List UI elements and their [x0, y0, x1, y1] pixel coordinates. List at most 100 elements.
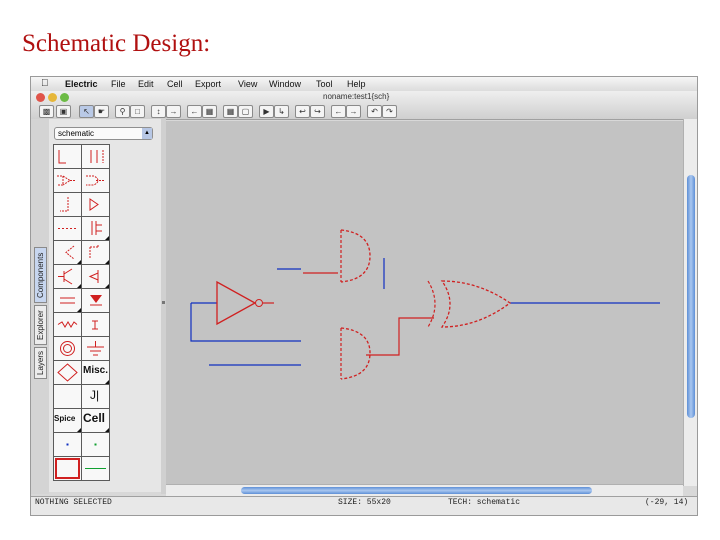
horizontal-scroll-thumb[interactable]	[241, 487, 592, 494]
area-select-icon[interactable]: ▢	[238, 105, 253, 118]
inverter-bubble	[255, 299, 263, 307]
window-title: noname:test1{sch}	[323, 92, 390, 101]
palette-line[interactable]	[81, 456, 110, 481]
horizontal-scrollbar[interactable]	[166, 484, 683, 496]
offpage-icon	[57, 363, 78, 382]
diode-icon	[90, 295, 102, 306]
technology-select[interactable]: schematic ▲	[54, 127, 153, 140]
palette-cell[interactable]: Cell	[81, 408, 110, 433]
palette-bipolar[interactable]	[53, 264, 82, 289]
zoom-window-button[interactable]	[60, 93, 69, 102]
palette-and-gate[interactable]	[81, 168, 110, 193]
palette-blank[interactable]	[53, 384, 82, 409]
go-forward-icon[interactable]: ↪	[310, 105, 325, 118]
palette-wire-arc[interactable]	[53, 144, 82, 169]
text-glyph-icon: J|	[90, 388, 100, 402]
apple-icon[interactable]: 	[41, 78, 49, 89]
palette-nmos[interactable]	[53, 240, 82, 265]
flipflop-icon	[60, 197, 69, 212]
palette-ground[interactable]	[81, 336, 110, 361]
status-coords: (-29, 14)	[645, 498, 689, 507]
measure-icon[interactable]: ↕	[151, 105, 166, 118]
pan-icon[interactable]: ☛	[94, 105, 109, 118]
resistor-icon	[57, 321, 78, 328]
palette-buffer[interactable]	[53, 168, 82, 193]
open-library-icon[interactable]: ▩	[39, 105, 54, 118]
inverter	[216, 280, 257, 326]
palette-resistor[interactable]	[53, 312, 82, 337]
side-tabs: Components Explorer Layers	[31, 119, 49, 494]
vertical-scroll-thumb[interactable]	[687, 175, 695, 418]
menu-bar:  Electric File Edit Cell Export View Wi…	[31, 77, 697, 91]
mux-icon	[58, 228, 76, 229]
tab-components[interactable]: Components	[34, 247, 47, 303]
tab-explorer[interactable]: Explorer	[34, 305, 47, 345]
palette-pin-dot[interactable]	[53, 432, 82, 457]
menu-window[interactable]: Window	[269, 79, 301, 89]
palette-mux[interactable]	[53, 216, 82, 241]
tab-layers[interactable]: Layers	[34, 347, 47, 379]
move-right-icon[interactable]: →	[346, 105, 361, 118]
pin-dot-icon	[66, 443, 69, 446]
find-icon[interactable]: ↳	[274, 105, 289, 118]
schematic-canvas[interactable]	[166, 121, 683, 484]
palette-spice[interactable]: Spice	[53, 408, 82, 433]
palette-text[interactable]: J|	[81, 384, 110, 409]
line-icon	[85, 468, 106, 469]
outline-edit-icon[interactable]: □	[130, 105, 145, 118]
schematic-drawing	[190, 229, 660, 380]
status-bar: NOTHING SELECTED SIZE: 55x20 TECH: schem…	[31, 496, 697, 515]
menu-cell[interactable]: Cell	[167, 79, 183, 89]
menu-export[interactable]: Export	[195, 79, 221, 89]
go-back-icon[interactable]: ↩	[295, 105, 310, 118]
inverter-icon	[89, 198, 99, 211]
zoom-icon[interactable]: ⚲	[115, 105, 130, 118]
palette-jfet[interactable]	[81, 264, 110, 289]
buffer-icon	[57, 175, 76, 186]
splitter-grip-icon	[162, 301, 165, 304]
palette-box[interactable]	[53, 456, 82, 481]
menu-tool[interactable]: Tool	[316, 79, 333, 89]
full-arrow-icon[interactable]: →	[166, 105, 181, 118]
status-tech: TECH: schematic	[448, 498, 521, 507]
cell-label: Cell	[83, 411, 106, 425]
palette-inverter[interactable]	[81, 192, 110, 217]
spice-label: Spice	[54, 414, 76, 423]
component-palette: schematic ▲ Misc. J| Spice Cell	[49, 119, 162, 492]
palette-capacitor[interactable]	[53, 288, 82, 313]
or-gate	[440, 280, 512, 328]
half-arrow-icon[interactable]: ←	[187, 105, 202, 118]
palette-bus-pin[interactable]	[81, 144, 110, 169]
save-icon[interactable]: ▣	[56, 105, 71, 118]
palette-source[interactable]	[53, 336, 82, 361]
palette-bus-dot[interactable]	[81, 432, 110, 457]
menu-help[interactable]: Help	[347, 79, 366, 89]
wire-icon	[58, 150, 66, 164]
select-objects-icon[interactable]: ▦	[202, 105, 217, 118]
palette-power[interactable]	[81, 312, 110, 337]
ground-icon	[87, 341, 104, 356]
special-select-icon[interactable]: ▶	[259, 105, 274, 118]
palette-pmos[interactable]	[81, 240, 110, 265]
menu-file[interactable]: File	[111, 79, 126, 89]
menu-view[interactable]: View	[238, 79, 257, 89]
box-icon	[55, 458, 80, 479]
palette-offpage[interactable]	[53, 360, 82, 385]
and-gate-bottom	[340, 327, 371, 380]
redo-icon[interactable]: ↷	[382, 105, 397, 118]
palette-flipflop[interactable]	[53, 192, 82, 217]
palette-misc[interactable]: Misc.	[81, 360, 110, 385]
menu-edit[interactable]: Edit	[138, 79, 154, 89]
close-window-button[interactable]	[36, 93, 45, 102]
and-gate-icon	[86, 175, 104, 186]
vertical-scrollbar[interactable]	[683, 119, 697, 486]
undo-icon[interactable]: ↶	[367, 105, 382, 118]
palette-diode[interactable]	[81, 288, 110, 313]
click-zoom-wire-icon[interactable]: ↖	[79, 105, 94, 118]
palette-transistor[interactable]	[81, 216, 110, 241]
minimize-window-button[interactable]	[48, 93, 57, 102]
menu-electric[interactable]: Electric	[65, 79, 98, 89]
and-gate-top	[340, 229, 371, 283]
move-left-icon[interactable]: ←	[331, 105, 346, 118]
toggle-grid-icon[interactable]: ▦	[223, 105, 238, 118]
